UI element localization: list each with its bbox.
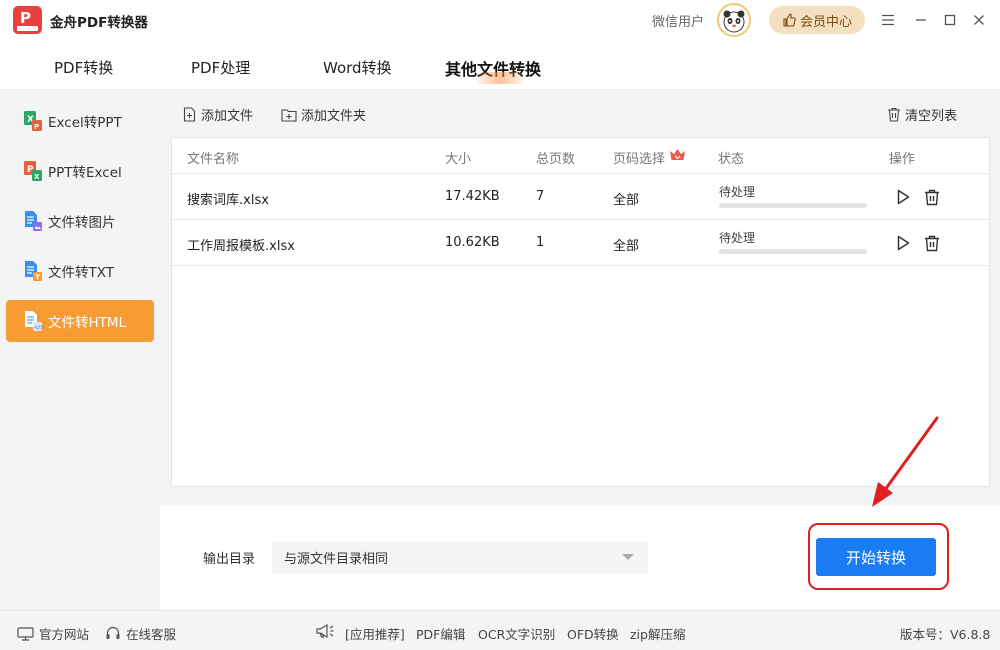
minimize-icon	[916, 19, 926, 21]
progress-bar	[719, 249, 867, 254]
column-header-status: 状态	[718, 152, 745, 167]
user-name[interactable]: 微信用户	[652, 11, 704, 30]
sidebar-item-label: 文件转HTML	[48, 315, 127, 331]
hamburger-icon	[882, 14, 894, 26]
column-header-actions: 操作	[889, 152, 916, 167]
output-dir-select[interactable]: 与源文件目录相同	[272, 541, 648, 573]
status-text: 待处理	[719, 231, 756, 245]
svg-text:</>: </>	[34, 325, 44, 331]
status-text: 待处理	[719, 185, 756, 199]
sidebar-item-label: Excel转PPT	[48, 115, 122, 131]
maximize-button[interactable]	[940, 10, 960, 30]
megaphone-icon	[315, 622, 335, 643]
vip-center-button[interactable]: 会员中心	[769, 6, 865, 34]
link-ocr[interactable]: OCR文字识别	[478, 624, 555, 643]
svg-text:X: X	[34, 173, 40, 181]
add-folder-button[interactable]: 添加文件夹	[281, 105, 366, 124]
page-select-value[interactable]: 全部	[613, 189, 639, 208]
play-icon[interactable]	[894, 188, 912, 206]
version-text: 版本号：V6.8.8	[900, 627, 991, 642]
active-tab-indicator	[477, 72, 523, 84]
table-row[interactable]: 工作周报模板.xlsx 10.62KB 1 全部 待处理	[172, 220, 989, 266]
add-file-label: 添加文件	[201, 109, 254, 124]
sidebar: X P Excel转PPT P X PPT转Excel 文件转图片 T 文件转T…	[0, 90, 160, 610]
app-title: 金舟PDF转换器	[50, 15, 148, 31]
ppt-to-excel-icon: P X	[22, 160, 44, 182]
monitor-icon	[17, 626, 34, 641]
add-file-icon	[183, 107, 196, 122]
delete-icon[interactable]	[923, 188, 941, 206]
link-zip-extract[interactable]: zip解压缩	[630, 624, 685, 643]
clear-list-label: 清空列表	[905, 109, 958, 124]
tab-word-convert[interactable]: Word转换	[323, 57, 392, 78]
sidebar-item-file-to-image[interactable]: 文件转图片	[6, 200, 154, 242]
table-row[interactable]: 搜索词库.xlsx 17.42KB 7 全部 待处理	[172, 174, 989, 220]
thumbs-up-icon	[783, 13, 796, 27]
add-file-button[interactable]: 添加文件	[182, 105, 253, 124]
app-recommend-label: [应用推荐]	[345, 627, 405, 642]
sidebar-item-file-to-txt[interactable]: T 文件转TXT	[6, 250, 154, 292]
link-ofd-convert[interactable]: OFD转换	[567, 624, 619, 643]
file-to-html-icon: </>	[22, 310, 44, 332]
column-header-size: 大小	[445, 152, 472, 167]
official-site-link[interactable]: 官方网站	[17, 624, 89, 643]
title-bar: P 金舟PDF转换器 微信用户 会员中心	[0, 0, 1000, 40]
highlight-box	[808, 523, 949, 590]
file-name: 搜索词库.xlsx	[187, 193, 269, 208]
online-service-link[interactable]: 在线客服	[105, 624, 176, 643]
file-name: 工作周报模板.xlsx	[187, 239, 295, 254]
excel-to-ppt-icon: X P	[22, 110, 44, 132]
avatar[interactable]	[717, 3, 751, 37]
column-header-page-select: 页码选择	[613, 152, 666, 167]
official-site-label: 官方网站	[39, 627, 90, 642]
sidebar-item-excel-to-ppt[interactable]: X P Excel转PPT	[6, 100, 154, 142]
page-count: 1	[536, 235, 545, 250]
maximize-icon	[944, 14, 956, 26]
sidebar-item-label: 文件转TXT	[48, 265, 115, 281]
panda-avatar-icon	[723, 10, 745, 33]
annotation-arrow-icon	[872, 416, 939, 507]
vip-crown-icon	[669, 148, 686, 167]
output-dir-value: 与源文件目录相同	[284, 551, 389, 567]
sidebar-item-ppt-to-excel[interactable]: P X PPT转Excel	[6, 150, 154, 192]
sidebar-item-file-to-html[interactable]: </> 文件转HTML	[6, 300, 154, 342]
dropdown-arrow-icon	[622, 554, 634, 560]
clear-list-button[interactable]: 清空列表	[887, 105, 957, 124]
close-icon	[974, 15, 984, 25]
add-folder-label: 添加文件夹	[301, 109, 367, 124]
headset-icon	[106, 626, 120, 639]
online-service-label: 在线客服	[126, 627, 177, 642]
close-button[interactable]	[969, 10, 989, 30]
column-header-name: 文件名称	[187, 152, 240, 167]
add-folder-icon	[281, 108, 297, 122]
svg-text:T: T	[35, 274, 40, 282]
app-logo: P	[13, 6, 42, 34]
output-dir-label: 输出目录	[203, 552, 256, 567]
status-bar: 官方网站 在线客服 [应用推荐] PDF编辑 OCR文字识别 OFD转换 zip…	[0, 610, 1000, 650]
progress-bar	[719, 203, 867, 208]
file-to-txt-icon: T	[22, 260, 44, 282]
svg-text:P: P	[34, 123, 39, 131]
minimize-button[interactable]	[911, 10, 931, 30]
play-icon[interactable]	[894, 234, 912, 252]
page-select-value[interactable]: 全部	[613, 235, 639, 254]
file-size: 17.42KB	[445, 189, 500, 204]
table-header: 文件名称 大小 总页数 页码选择 状态 操作	[172, 138, 989, 174]
file-to-image-icon	[22, 210, 44, 232]
trash-icon	[888, 107, 900, 122]
sidebar-item-label: 文件转图片	[48, 215, 116, 231]
column-header-pages: 总页数	[536, 152, 576, 167]
link-pdf-edit[interactable]: PDF编辑	[416, 624, 465, 643]
page-count: 7	[536, 189, 545, 204]
sidebar-item-label: PPT转Excel	[48, 165, 122, 181]
file-size: 10.62KB	[445, 235, 500, 250]
delete-icon[interactable]	[923, 234, 941, 252]
tab-pdf-convert[interactable]: PDF转换	[54, 57, 113, 78]
menu-button[interactable]	[878, 10, 898, 30]
vip-center-label: 会员中心	[799, 14, 852, 30]
tab-pdf-process[interactable]: PDF处理	[191, 57, 250, 78]
